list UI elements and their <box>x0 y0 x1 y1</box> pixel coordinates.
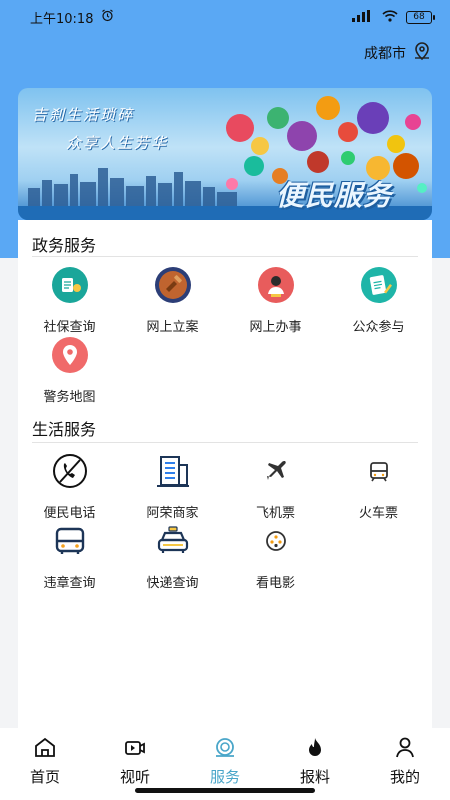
gov-item-label: 公众参与 <box>352 320 405 335</box>
nav-tab-label: 服务 <box>209 768 240 786</box>
alarm-icon <box>101 9 114 26</box>
banner-title: 便民服务 <box>275 179 392 212</box>
online-filing-icon <box>154 266 192 304</box>
home-icon <box>33 736 57 762</box>
location-city: 成都市 <box>364 46 406 62</box>
service-icon <box>213 736 237 762</box>
gov-item-public-participation[interactable]: 公众参与 <box>327 266 430 335</box>
location-pin-icon <box>412 41 432 65</box>
nav-tab-label: 首页 <box>29 768 60 786</box>
life-item-flight[interactable]: 飞机票 <box>224 452 327 521</box>
user-icon <box>393 736 417 762</box>
services-card: 政务服务 社保查询 网上立案 网上办事 公众参与 警务地图 生活服务 便民电话 … <box>18 220 432 728</box>
public-participation-icon <box>360 266 398 304</box>
train-icon <box>360 452 398 490</box>
life-item-label: 违章查询 <box>43 576 96 591</box>
gov-section-title: 政务服务 <box>32 236 97 255</box>
life-section-divider <box>32 442 418 443</box>
location-selector[interactable]: 成都市 <box>364 40 432 66</box>
status-time: 上午10:18 <box>30 11 94 27</box>
life-item-label: 看电影 <box>255 576 295 591</box>
nav-tab-label: 视听 <box>119 768 150 786</box>
merchant-building-icon <box>154 452 192 490</box>
gov-item-online-affairs[interactable]: 网上办事 <box>224 266 327 335</box>
status-bar: 上午10:18 68 <box>0 0 450 34</box>
gov-item-social-security[interactable]: 社保查询 <box>18 266 121 335</box>
social-security-icon <box>51 266 89 304</box>
banner-slogan-line1: 吉刹生活琐碎 <box>32 106 135 124</box>
life-item-train[interactable]: 火车票 <box>327 452 430 521</box>
gov-item-label: 警务地图 <box>43 390 96 405</box>
promo-banner[interactable]: 吉刹生活琐碎 众享人生芳华 便民服务 <box>18 88 432 220</box>
gov-item-online-filing[interactable]: 网上立案 <box>121 266 224 335</box>
nav-tab-mine[interactable]: 我的 <box>360 728 450 800</box>
banner-slogan-line2: 众享人生芳华 <box>66 134 169 152</box>
life-item-violation[interactable]: 违章查询 <box>18 522 121 591</box>
life-item-label: 火车票 <box>358 506 398 521</box>
battery-indicator: 68 <box>406 10 435 24</box>
gov-section-divider <box>32 256 418 257</box>
gov-item-label: 网上立案 <box>146 320 199 335</box>
police-map-icon <box>51 336 89 374</box>
life-item-label: 飞机票 <box>255 506 295 521</box>
fire-icon <box>303 736 327 762</box>
taxi-icon <box>154 522 192 560</box>
wifi-icon <box>382 9 398 25</box>
gov-item-police-map[interactable]: 警务地图 <box>18 336 121 405</box>
online-affairs-icon <box>257 266 295 304</box>
gov-item-label: 网上办事 <box>249 320 302 335</box>
signal-icon <box>352 9 374 25</box>
life-item-phone[interactable]: 便民电话 <box>18 452 121 521</box>
video-icon <box>123 736 147 762</box>
life-item-express[interactable]: 快递查询 <box>121 522 224 591</box>
gov-item-label: 社保查询 <box>43 320 96 335</box>
phone-icon <box>51 452 89 490</box>
nav-tab-label: 报料 <box>299 768 330 786</box>
life-item-merchant[interactable]: 阿荣商家 <box>121 452 224 521</box>
nav-tab-label: 我的 <box>389 768 420 786</box>
bus-icon <box>51 522 89 560</box>
life-item-movie[interactable]: 看电影 <box>224 522 327 591</box>
airplane-icon <box>257 452 295 490</box>
nav-tab-home[interactable]: 首页 <box>0 728 90 800</box>
film-reel-icon <box>257 522 295 560</box>
life-section-title: 生活服务 <box>32 420 97 439</box>
life-item-label: 快递查询 <box>146 576 199 591</box>
life-item-label: 便民电话 <box>43 506 96 521</box>
life-item-label: 阿荣商家 <box>146 506 199 521</box>
home-indicator[interactable] <box>135 788 315 793</box>
